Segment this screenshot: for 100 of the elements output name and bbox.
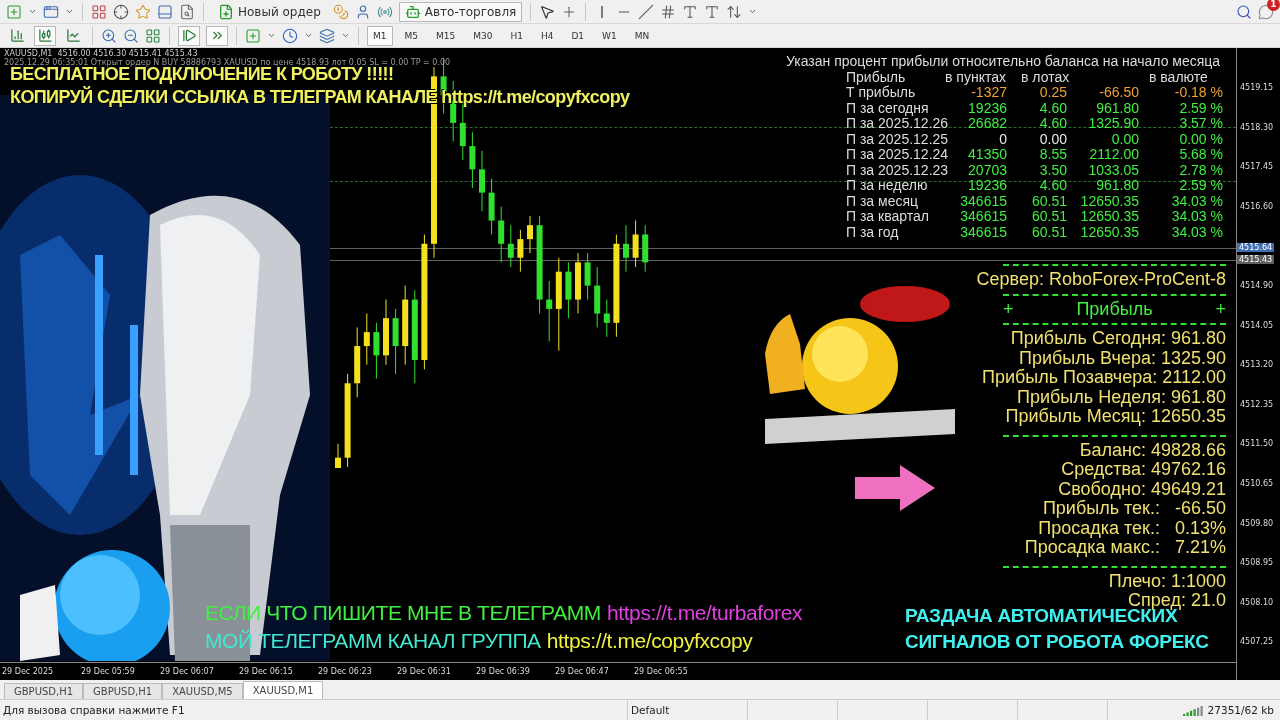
autotrading-button[interactable]: Авто-торговля bbox=[398, 1, 523, 22]
account-stat: Прибыль Вчера: 1325.90 bbox=[1018, 348, 1226, 368]
table-cell-text: 0.25 bbox=[1038, 85, 1067, 101]
profiles-icon[interactable] bbox=[43, 3, 59, 20]
notification-badge: 1 bbox=[1267, 0, 1280, 11]
caret-icon[interactable] bbox=[65, 7, 74, 16]
plus-sign: + bbox=[1215, 299, 1226, 319]
timeframe-button[interactable]: H1 bbox=[504, 25, 529, 46]
text-label-icon[interactable] bbox=[704, 3, 721, 20]
table-cell-text: 0.00 bbox=[1110, 131, 1139, 147]
table-cell-text: 346615 bbox=[959, 193, 1007, 209]
column-header: Прибыль bbox=[846, 69, 906, 85]
row-label: П за месяц bbox=[846, 193, 919, 209]
crosshair-icon[interactable] bbox=[113, 3, 129, 20]
caret-icon[interactable] bbox=[304, 31, 313, 40]
account-stat: Прибыль Неделя: 961.80 bbox=[1017, 387, 1226, 407]
arrows-icon[interactable] bbox=[726, 3, 743, 20]
row-label: П за год bbox=[846, 224, 899, 240]
candle bbox=[623, 224, 629, 273]
zoom-in-icon[interactable] bbox=[101, 27, 117, 44]
cursor-icon[interactable] bbox=[539, 3, 556, 20]
table-cell-text: 2.59 % bbox=[1178, 100, 1223, 116]
zoom-out-icon[interactable] bbox=[123, 27, 139, 44]
document-plus-icon bbox=[218, 3, 234, 20]
search-icon[interactable] bbox=[1236, 3, 1252, 20]
clock-icon[interactable] bbox=[282, 27, 298, 44]
coins-icon[interactable] bbox=[332, 3, 349, 20]
candle bbox=[603, 299, 610, 338]
price-label: 4513.20 bbox=[1240, 360, 1274, 370]
candle bbox=[373, 322, 380, 380]
row-label: Т прибыль bbox=[846, 85, 917, 101]
telegram-link[interactable]: https://t.me/copyfxcopy bbox=[546, 629, 753, 653]
caret-icon[interactable] bbox=[267, 31, 276, 40]
time-label: 29 Dec 06:15 bbox=[238, 667, 294, 676]
account-stat: Баланс: 49828.66 bbox=[1079, 440, 1226, 460]
chart-tab[interactable]: GBPUSD,H1 bbox=[4, 683, 84, 699]
time-label: 29 Dec 06:07 bbox=[159, 667, 215, 676]
chart-tab[interactable]: XAUUSD,M5 bbox=[162, 683, 243, 699]
signals-text: СИГНАЛОВ ОТ РОБОТА ФОРЕКС bbox=[905, 631, 1209, 653]
table-cell-text: 12650.35 bbox=[1079, 224, 1139, 240]
candle bbox=[565, 261, 572, 319]
help-text: Для вызова справки нажмите F1 bbox=[3, 704, 185, 716]
time-label: 29 Dec 05:59 bbox=[80, 667, 136, 676]
time-label: 29 Dec 06:31 bbox=[396, 667, 452, 676]
column-header: в лотах bbox=[1020, 69, 1067, 85]
table-cell-text: 2.78 % bbox=[1178, 162, 1223, 178]
candle bbox=[594, 266, 601, 328]
table-cell-text: -0.18 % bbox=[1173, 85, 1223, 101]
account-stat: Прибыль Позавчера: 2112.00 bbox=[981, 368, 1226, 388]
chart-tab[interactable]: GBPUSD,H1 bbox=[83, 683, 163, 699]
time-label: 29 Dec 2025 bbox=[1, 667, 55, 676]
price-label: 4511.50 bbox=[1240, 439, 1274, 449]
table-cell-text: 8.55 bbox=[1038, 147, 1067, 163]
caret-icon[interactable] bbox=[748, 7, 758, 16]
traffic-text: 27351/62 kb bbox=[1206, 704, 1275, 716]
new-chart-icon[interactable] bbox=[6, 3, 22, 20]
price-tag: 4515.64 bbox=[1237, 243, 1275, 252]
account-stat: Прибыль Сегодня: 961.80 bbox=[1010, 329, 1226, 349]
price-label: 4507.25 bbox=[1240, 637, 1274, 647]
timeframe-button[interactable]: M5 bbox=[398, 25, 424, 46]
tile-windows-icon[interactable] bbox=[145, 27, 161, 44]
chart-shift-button[interactable] bbox=[206, 25, 228, 46]
account-stat: Плечо: 1:1000 bbox=[1108, 571, 1226, 591]
candle bbox=[383, 299, 389, 366]
timeframe-button[interactable]: M1 bbox=[367, 25, 393, 46]
account-stat: Средства: 49762.16 bbox=[1061, 460, 1226, 480]
trend-line-icon[interactable] bbox=[638, 3, 655, 20]
table-cell-text: 0.00 % bbox=[1178, 131, 1223, 147]
timeframe-button[interactable]: W1 bbox=[596, 25, 623, 46]
table-cell-text: 34.03 % bbox=[1170, 193, 1223, 209]
table-cell-text: 60.51 bbox=[1030, 224, 1067, 240]
timeframe-button[interactable]: M30 bbox=[467, 25, 499, 46]
candle bbox=[632, 220, 639, 268]
text-icon[interactable] bbox=[682, 3, 699, 20]
star-icon[interactable] bbox=[135, 3, 151, 20]
telegram-link[interactable]: https://t.me/turbaforex bbox=[606, 601, 803, 625]
timeframe-button[interactable]: M15 bbox=[430, 25, 462, 46]
caret-icon[interactable] bbox=[341, 31, 350, 40]
chart-tab[interactable]: XAUUSD,M1 bbox=[242, 681, 324, 699]
new-order-button[interactable]: Новый ордер bbox=[212, 1, 327, 22]
account-stat: Свободно: 49649.21 bbox=[1058, 479, 1226, 499]
table-cell-text: 961.80 bbox=[1095, 100, 1139, 116]
connection-bars-icon bbox=[1182, 704, 1205, 716]
candlestick-button[interactable] bbox=[34, 25, 56, 46]
candle bbox=[584, 252, 591, 301]
table-cell-text: 34.03 % bbox=[1170, 224, 1223, 240]
timeframe-button[interactable]: MN bbox=[628, 25, 656, 46]
candle bbox=[546, 280, 553, 342]
caret-icon[interactable] bbox=[28, 7, 37, 16]
candle bbox=[575, 252, 581, 314]
line-chart-icon bbox=[65, 28, 81, 43]
arrow-icon bbox=[855, 465, 935, 511]
table-cell-text: 20703 bbox=[967, 162, 1007, 178]
timeframe-button[interactable]: D1 bbox=[565, 25, 591, 46]
price-label: 4514.05 bbox=[1240, 320, 1274, 330]
profit-heading: Прибыль bbox=[1076, 299, 1153, 319]
timeframe-button[interactable]: H4 bbox=[534, 25, 560, 46]
price-label: 4508.95 bbox=[1240, 558, 1274, 568]
time-label: 29 Dec 06:47 bbox=[554, 667, 610, 676]
table-cell-text: 3.50 bbox=[1038, 162, 1067, 178]
